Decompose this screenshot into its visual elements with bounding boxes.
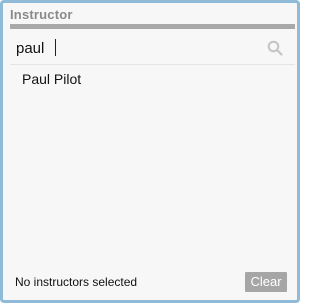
search-row (10, 29, 295, 65)
text-caret (55, 39, 56, 56)
selection-status: No instructors selected (15, 275, 138, 289)
clear-button[interactable]: Clear (245, 272, 287, 292)
search-input[interactable] (16, 37, 256, 59)
results-list: Paul Pilot (10, 66, 295, 266)
search-icon[interactable] (267, 40, 283, 56)
panel-footer: No instructors selected Clear (10, 268, 295, 296)
list-item[interactable]: Paul Pilot (22, 71, 81, 87)
panel-title: Instructor (10, 7, 73, 22)
instructor-panel: Instructor Paul Pilot No instructors sel… (0, 0, 300, 303)
